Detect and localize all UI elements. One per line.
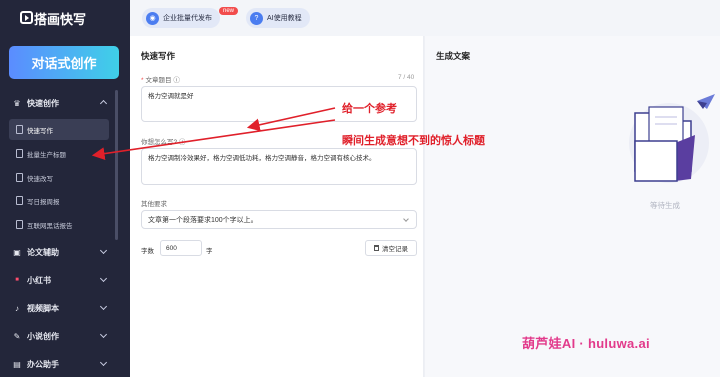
annotation-arrows bbox=[91, 107, 336, 160]
annotation-headline: 瞬间生成意想不到的惊人标题 bbox=[342, 135, 485, 147]
arrow-to-input bbox=[246, 107, 336, 132]
watermark: 葫芦娃AI · huluwa.ai bbox=[522, 336, 650, 351]
annotation-reference: 给一个参考 bbox=[342, 103, 397, 115]
arrow-to-batch-titles bbox=[91, 119, 336, 160]
